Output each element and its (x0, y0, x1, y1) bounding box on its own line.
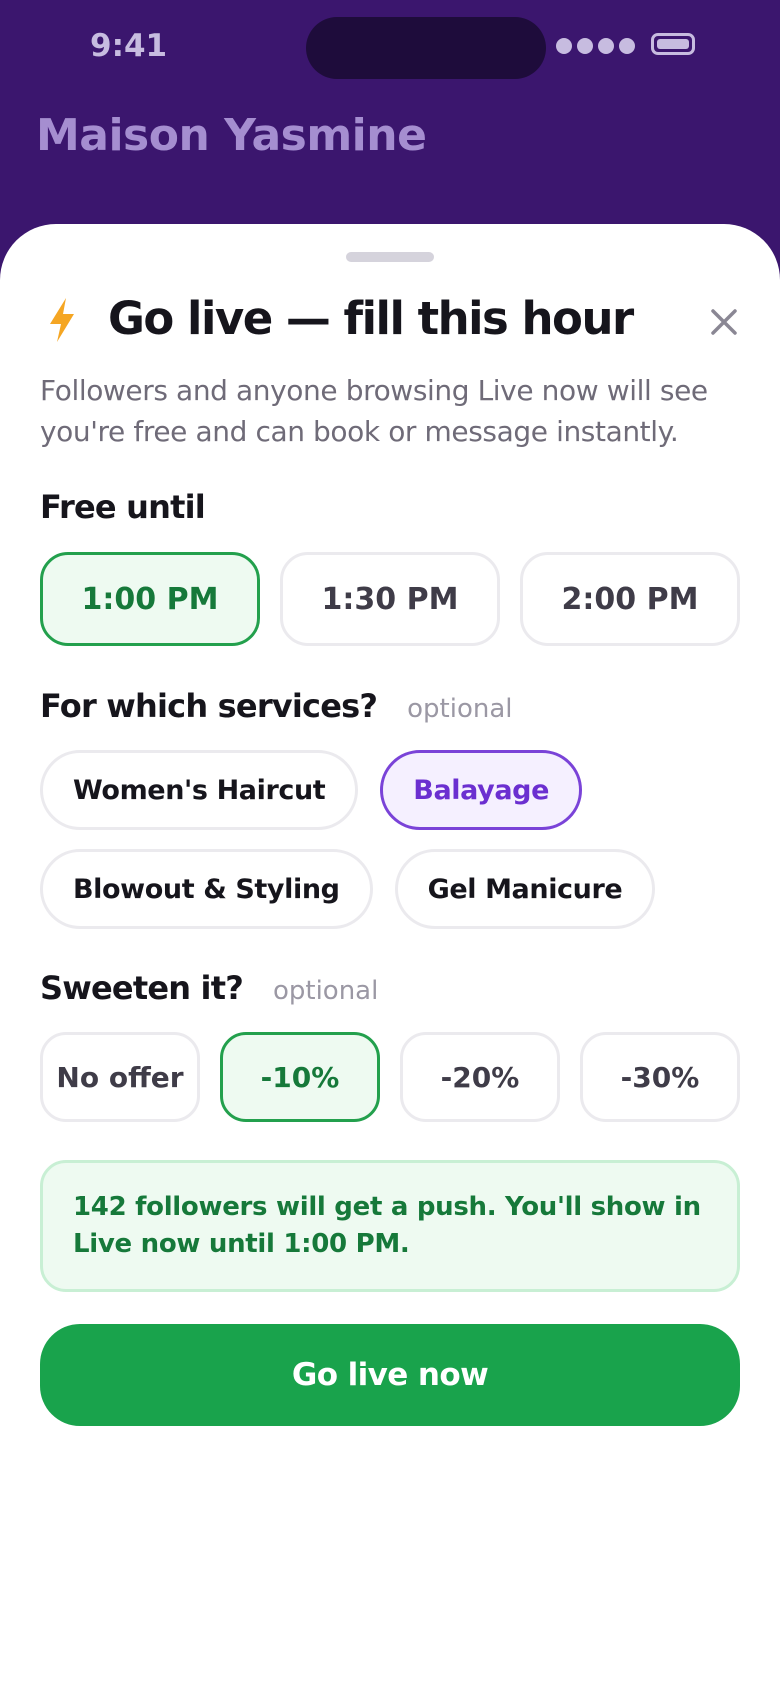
services-optional-hint: optional (407, 694, 513, 724)
signal-icon (556, 38, 635, 54)
battery-icon (651, 33, 695, 55)
sheet-header: Go live — fill this hour (40, 292, 740, 352)
services-label-row: For which services? optional (40, 687, 513, 725)
offer-option-20[interactable]: -20% (400, 1032, 560, 1122)
offer-label: Sweeten it? (40, 969, 244, 1007)
go-live-sheet: Go live — fill this hour Followers and a… (0, 224, 780, 1688)
offer-option-no-offer[interactable]: No offer (40, 1032, 200, 1122)
push-notice: 142 followers will get a push. You'll sh… (40, 1160, 740, 1292)
time-option-1-00-pm[interactable]: 1:00 PM (40, 552, 260, 646)
offer-options: No offer -10% -20% -30% (40, 1032, 740, 1122)
offer-optional-hint: optional (272, 976, 379, 1006)
time-option-2-00-pm[interactable]: 2:00 PM (520, 552, 740, 646)
offer-option-30[interactable]: -30% (580, 1032, 740, 1122)
sheet-title: Go live — fill this hour (108, 292, 634, 345)
sheet-drag-handle[interactable] (346, 252, 434, 262)
services-chips-row-1: Women's Haircut Balayage (40, 750, 740, 830)
service-chip-womens-haircut[interactable]: Women's Haircut (40, 750, 359, 830)
free-until-options: 1:00 PM 1:30 PM 2:00 PM (40, 552, 740, 646)
go-live-button[interactable]: Go live now (40, 1324, 740, 1426)
close-icon[interactable] (704, 302, 744, 342)
time-option-1-30-pm[interactable]: 1:30 PM (280, 552, 500, 646)
service-chip-blowout-styling[interactable]: Blowout & Styling (40, 849, 373, 929)
sheet-subtitle: Followers and anyone browsing Live now w… (40, 374, 708, 448)
free-until-label: Free until (40, 488, 206, 526)
dynamic-island (306, 17, 546, 79)
salon-name: Maison Yasmine (36, 110, 427, 161)
status-time: 9:41 (90, 28, 168, 64)
offer-label-row: Sweeten it? optional (40, 969, 378, 1007)
services-label: For which services? (40, 687, 378, 725)
status-bar: 9:41 (0, 0, 780, 100)
lightning-bolt-icon (50, 298, 74, 342)
service-chip-balayage[interactable]: Balayage (380, 750, 582, 830)
service-chip-gel-manicure[interactable]: Gel Manicure (394, 849, 656, 929)
offer-option-10[interactable]: -10% (220, 1032, 380, 1122)
services-chips-row-2: Blowout & Styling Gel Manicure (40, 849, 740, 929)
